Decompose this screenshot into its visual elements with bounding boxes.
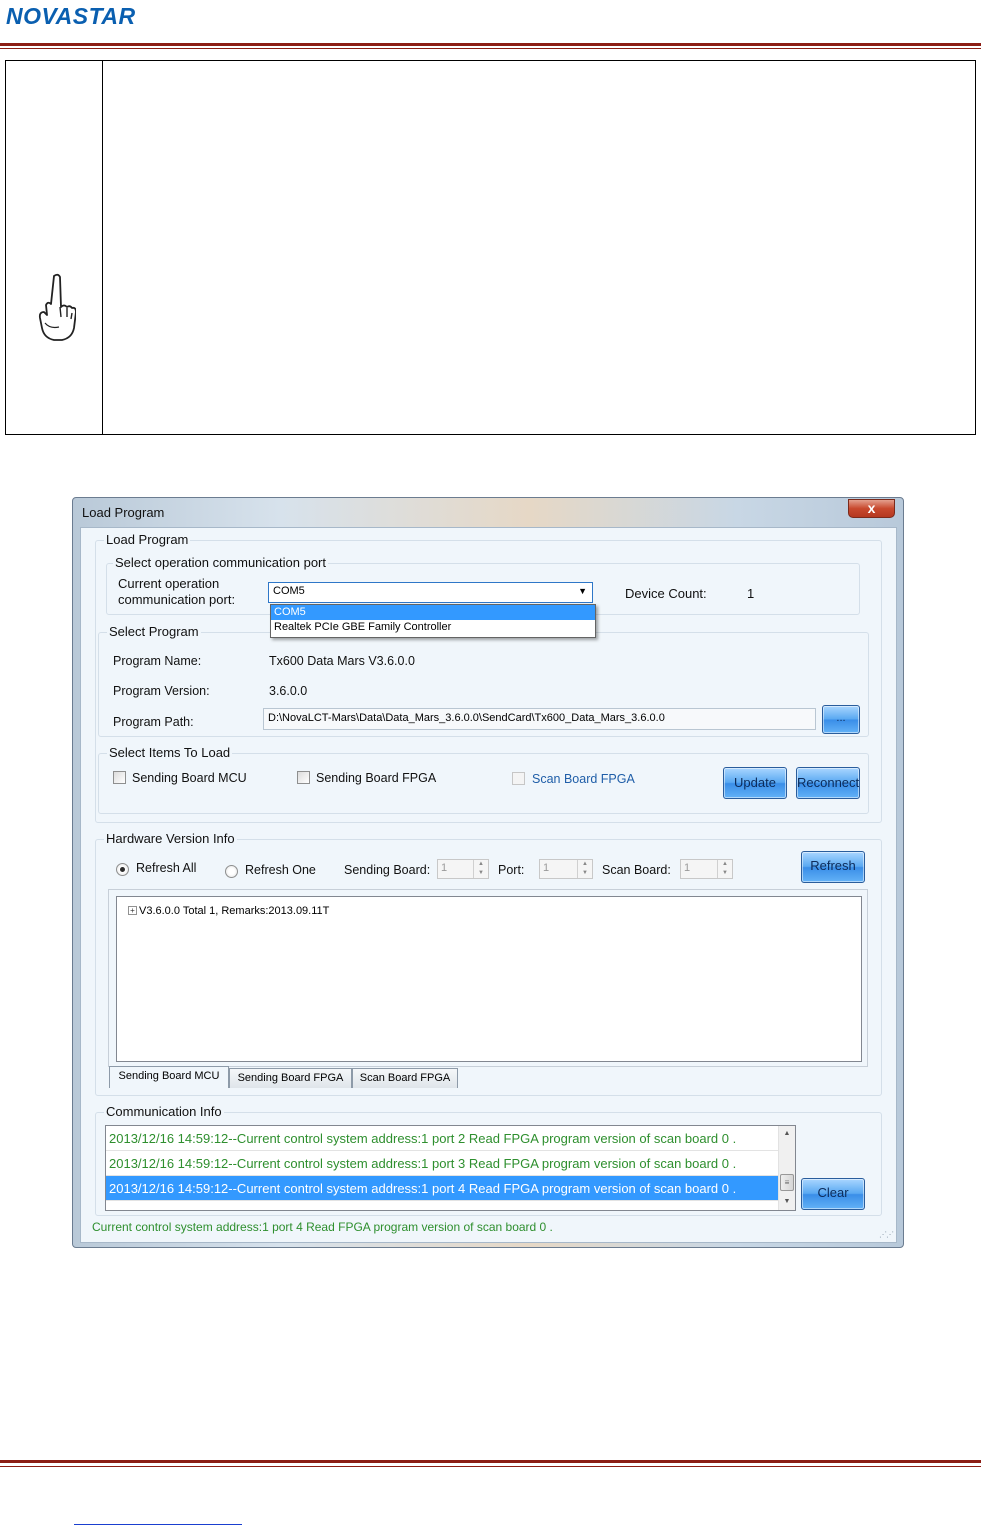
device-count-label: Device Count: [625,586,707,601]
clear-button[interactable]: Clear [801,1178,865,1210]
spinner-arrows-icon[interactable]: ▲ ▼ [717,860,732,878]
program-version-label: Program Version: [113,684,210,698]
pointing-hand-icon [38,273,76,341]
refresh-button[interactable]: Refresh [801,851,865,883]
device-count-value: 1 [747,586,755,601]
load-program-group-title: Load Program [104,532,191,547]
log-row[interactable]: 2013/12/16 14:59:12--Current control sys… [106,1151,795,1176]
log-row-selected[interactable]: 2013/12/16 14:59:12--Current control sys… [106,1176,780,1201]
program-name-value: Tx600 Data Mars V3.6.0.0 [269,654,415,668]
scan-board-label: Scan Board: [602,863,671,877]
select-program-group-title: Select Program [107,624,201,639]
items-to-load-group-title: Select Items To Load [107,745,233,760]
refresh-all-radio[interactable] [116,863,129,876]
port-label: Port: [498,863,525,877]
hardware-version-group: Hardware Version Info Refresh All Refres… [95,831,882,1096]
tab-sending-board-mcu[interactable]: Sending Board MCU [109,1066,229,1088]
note-divider [102,61,103,434]
communication-info-group: Communication Info 2013/12/16 14:59:12--… [95,1104,882,1216]
footer-rule [0,1460,981,1463]
load-program-group: Load Program Select operation communicat… [95,532,882,823]
log-scrollbar[interactable]: ▲ ≡ ▼ [778,1126,795,1210]
novastar-logo: NOVASTAR [6,4,136,28]
current-port-label-line2: communication port: [118,592,236,607]
footer-link-underline[interactable] [74,1524,242,1525]
current-port-label: Current operation communication port: [118,576,235,608]
footer-rule-thin [0,1466,981,1467]
communication-log[interactable]: 2013/12/16 14:59:12--Current control sys… [105,1125,796,1211]
port-spinner[interactable]: 1 ▲ ▼ [539,859,593,879]
scan-board-spinner[interactable]: 1 ▲ ▼ [680,859,733,879]
reconnect-button[interactable]: Reconnect [796,767,860,799]
tree-item-label: V3.6.0.0 Total 1, Remarks:2013.09.11T [139,905,330,917]
version-tree-frame: + V3.6.0.0 Total 1, Remarks:2013.09.11T [108,889,868,1067]
log-row[interactable]: 2013/12/16 14:59:12--Current control sys… [106,1126,795,1151]
refresh-one-radio[interactable] [225,865,238,878]
port-combobox-value: COM5 [273,585,305,597]
port-option-com5[interactable]: COM5 [271,605,595,620]
port-group-title: Select operation communication port [113,555,329,570]
select-program-group: Select Program Program Name: Tx600 Data … [98,624,869,737]
current-port-label-line1: Current operation [118,576,220,591]
scroll-thumb[interactable]: ≡ [780,1174,794,1191]
program-path-label: Program Path: [113,715,194,729]
header-rule-thin [0,48,981,49]
program-version-value: 3.6.0.0 [269,684,308,698]
expand-plus-icon[interactable]: + [128,906,137,915]
sending-fpga-label: Sending Board FPGA [316,771,437,785]
scan-fpga-checkbox[interactable] [512,772,525,785]
spinner-arrows-icon[interactable]: ▲ ▼ [473,860,488,878]
sending-fpga-checkbox[interactable] [297,771,310,784]
logo-part-nova: NOVA [6,3,73,29]
tree-item[interactable]: + V3.6.0.0 Total 1, Remarks:2013.09.11T [128,905,329,917]
items-to-load-group: Select Items To Load Sending Board MCU S… [98,745,869,814]
chevron-down-icon[interactable]: ▼ [578,586,587,596]
port-dropdown-list[interactable]: COM5 Realtek PCIe GBE Family Controller [270,604,596,638]
refresh-one-label: Refresh One [245,863,316,877]
port-spinner-value: 1 [543,862,550,874]
port-combobox[interactable]: COM5 ▼ [268,582,593,603]
update-button[interactable]: Update [723,767,787,799]
window-client-area: Load Program Select operation communicat… [80,527,897,1243]
window-title: Load Program [82,505,165,520]
version-tree[interactable]: + V3.6.0.0 Total 1, Remarks:2013.09.11T [116,896,862,1062]
resize-grip-icon[interactable]: ⋰⋰ [879,1230,894,1239]
sending-board-spinner-value: 1 [441,862,448,874]
sending-board-spinner[interactable]: 1 ▲ ▼ [437,859,489,879]
close-icon[interactable]: x [848,499,895,518]
header-rule [0,43,981,46]
sending-board-label: Sending Board: [344,863,431,877]
refresh-all-label: Refresh All [136,861,197,875]
logo-part-star: STAR [72,3,136,29]
communication-info-group-title: Communication Info [104,1104,224,1119]
program-path-field[interactable]: D:\NovaLCT-Mars\Data\Data_Mars_3.6.0.0\S… [263,708,816,730]
status-bar-text: Current control system address:1 port 4 … [92,1220,553,1234]
scroll-up-icon[interactable]: ▲ [779,1126,795,1142]
scan-board-spinner-value: 1 [684,862,691,874]
note-table [5,60,976,435]
spinner-arrows-icon[interactable]: ▲ ▼ [577,860,592,878]
program-name-label: Program Name: [113,654,202,668]
sending-mcu-label: Sending Board MCU [132,771,247,785]
sending-mcu-checkbox[interactable] [113,771,126,784]
browse-button[interactable]: ... [822,705,860,734]
load-program-window: Load Program x Load Program Select opera… [72,497,904,1248]
tab-scan-board-fpga[interactable]: Scan Board FPGA [352,1068,458,1088]
scroll-down-icon[interactable]: ▼ [779,1194,795,1210]
tab-sending-board-fpga[interactable]: Sending Board FPGA [229,1068,352,1088]
hardware-version-group-title: Hardware Version Info [104,831,237,846]
scan-fpga-label: Scan Board FPGA [532,772,635,786]
port-option-realtek[interactable]: Realtek PCIe GBE Family Controller [271,620,595,635]
